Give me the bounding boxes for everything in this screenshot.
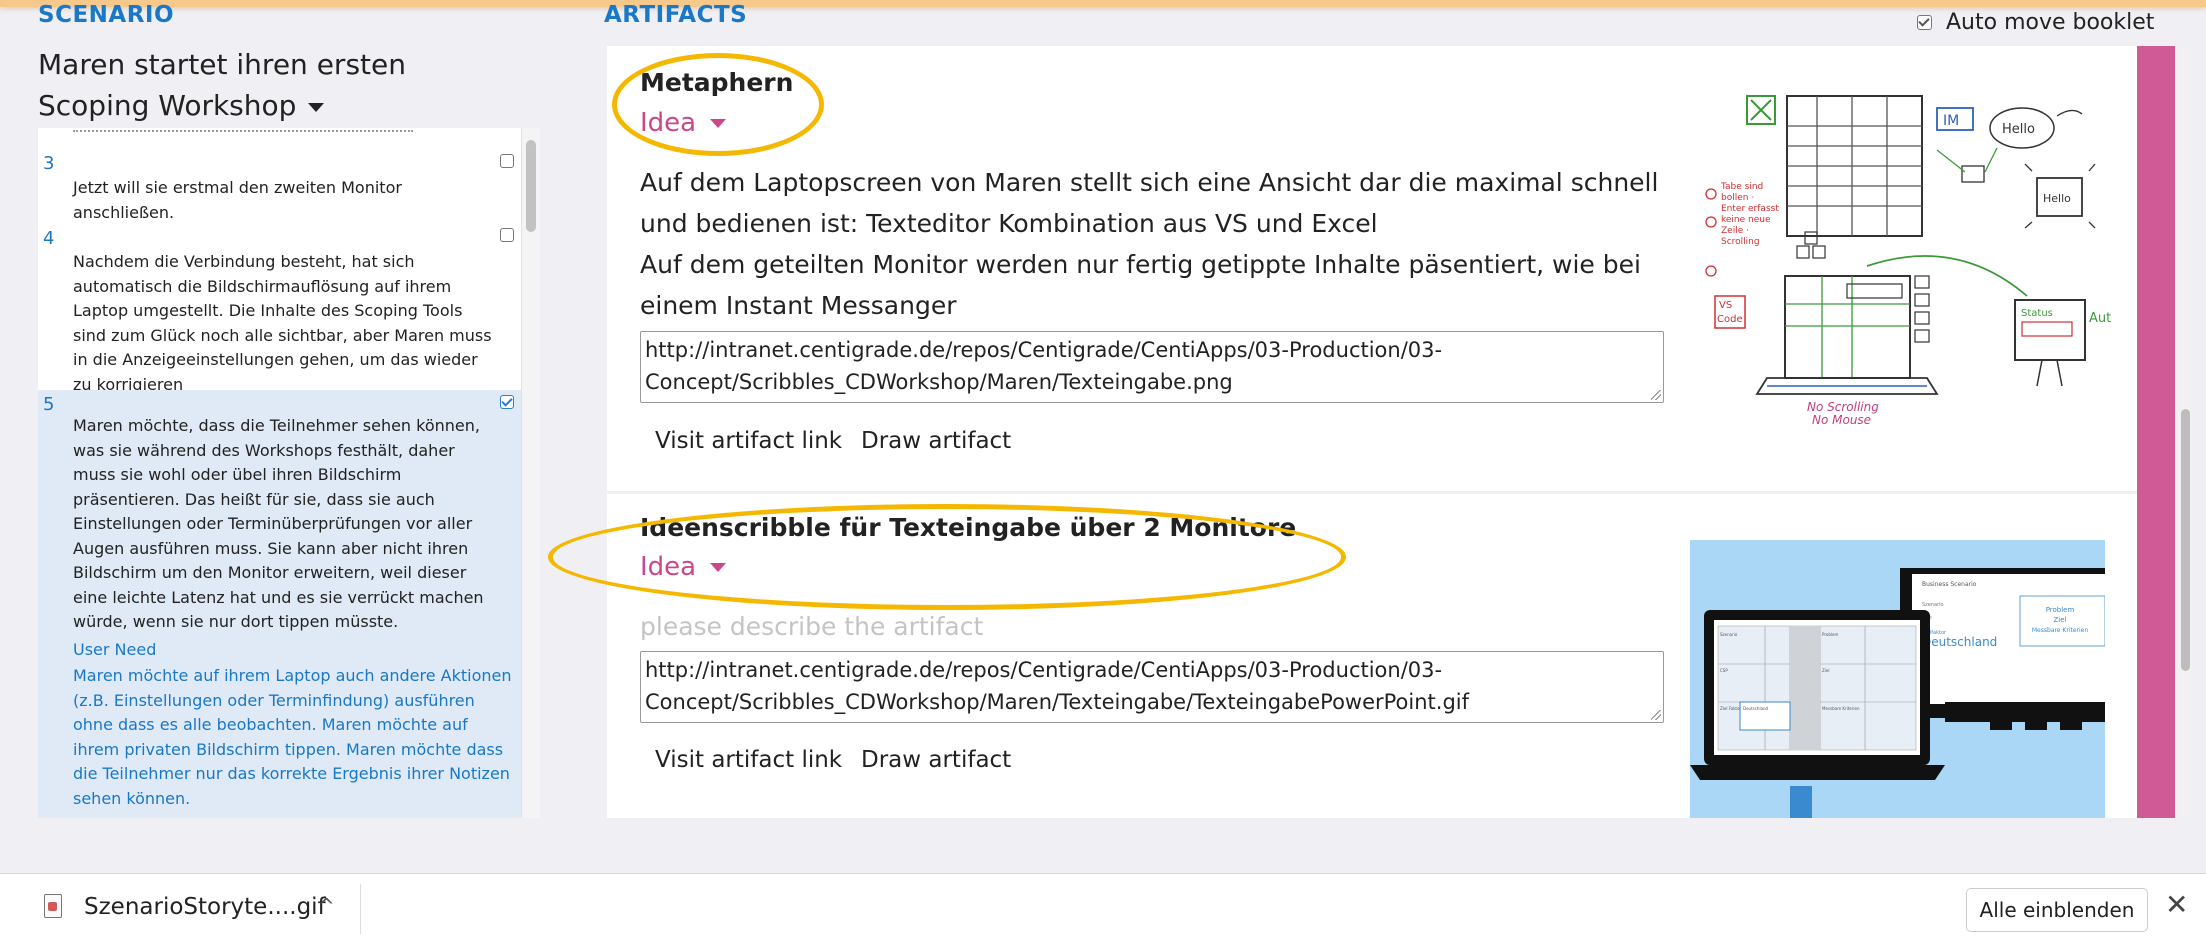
show-all-downloads-button[interactable]: Alle einblenden bbox=[1966, 888, 2148, 932]
divider bbox=[360, 884, 361, 934]
visit-artifact-link-button[interactable]: Visit artifact link bbox=[655, 428, 842, 454]
step-text: Nachdem die Verbindung besteht, hat sich… bbox=[73, 252, 492, 394]
scenario-selector[interactable]: Maren startet ihren ersten Scoping Works… bbox=[38, 44, 498, 126]
step-text: Jetzt will sie erstmal den zweiten Monit… bbox=[73, 178, 402, 222]
laptop-cell-5: Ziel Faktor bbox=[1720, 706, 1741, 711]
laptop-cell-3: CSP bbox=[1720, 668, 1728, 673]
artifact-sketch-thumbnail[interactable]: IM Hello Hello Tabe sind bollen · Enter … bbox=[1697, 86, 2117, 426]
download-bar: SzenarioStoryte....gif ^ Alle einblenden… bbox=[0, 873, 2206, 942]
scenario-scrollbar[interactable] bbox=[521, 128, 540, 818]
artifacts-heading: ARTIFACTS bbox=[604, 2, 748, 28]
chevron-down-icon bbox=[308, 102, 325, 112]
annotation-highlight-ellipse bbox=[612, 53, 824, 156]
artifact-url-text: http://intranet.centigrade.de/repos/Cent… bbox=[645, 658, 1470, 714]
artifact-url-field[interactable]: http://intranet.centigrade.de/repos/Cent… bbox=[640, 651, 1664, 723]
step-number: 4 bbox=[43, 228, 55, 249]
resize-grip-icon[interactable] bbox=[1651, 710, 1661, 720]
sketch-no-scroll-text: No Scrolling bbox=[1807, 400, 1879, 414]
sketch-status-text: Status bbox=[2021, 308, 2053, 319]
sketch-hello2-text: Hello bbox=[2043, 192, 2071, 205]
box-line-3: Messbare Kriterien bbox=[2032, 627, 2088, 634]
sketch-aut-text: Aut bbox=[2089, 311, 2111, 326]
monitor-header-text: Business Scenario bbox=[1922, 581, 1977, 588]
laptop-cell-2: Problem bbox=[1822, 632, 1838, 637]
laptop-cell-7: Messbare Kriterien bbox=[1822, 706, 1860, 711]
artifact-url-text: http://intranet.centigrade.de/repos/Cent… bbox=[645, 338, 1443, 394]
box-line-1: Problem bbox=[2046, 606, 2075, 614]
draw-artifact-button[interactable]: Draw artifact bbox=[861, 428, 1011, 454]
step-checkbox-checked[interactable] bbox=[500, 395, 514, 409]
monitor-value-text: Deutschland bbox=[1922, 635, 1997, 649]
visit-artifact-link-button[interactable]: Visit artifact link bbox=[655, 747, 842, 773]
browser-top-stripe bbox=[0, 0, 2206, 7]
user-need-label: User Need bbox=[73, 640, 157, 659]
scenario-step-list[interactable]: 3 Jetzt will sie erstmal den zweiten Mon… bbox=[38, 128, 521, 818]
artifacts-scrollbar[interactable] bbox=[2178, 46, 2192, 818]
laptop-cell-4: Ziel bbox=[1822, 668, 1829, 673]
artifact-url-field[interactable]: http://intranet.centigrade.de/repos/Cent… bbox=[640, 331, 1664, 403]
draw-artifact-button[interactable]: Draw artifact bbox=[861, 747, 1011, 773]
sketch-code-text: Code bbox=[1717, 314, 1743, 325]
monitor-label-1: Szenario bbox=[1922, 602, 1944, 608]
cut-off-text bbox=[73, 128, 413, 132]
artifact-mockup-thumbnail[interactable]: Business Scenario Szenario CSP Zielfakto… bbox=[1690, 540, 2105, 818]
gif-file-icon bbox=[44, 894, 62, 918]
booklet-edge-bar bbox=[2137, 46, 2175, 818]
step-checkbox[interactable] bbox=[500, 154, 514, 168]
annotation-highlight-ellipse bbox=[548, 504, 1346, 610]
step-checkbox[interactable] bbox=[500, 228, 514, 242]
sketch-vs-text: VS bbox=[1719, 300, 1732, 311]
laptop-cell-6: Deutschland bbox=[1743, 706, 1769, 711]
auto-move-checkbox[interactable] bbox=[1917, 15, 1932, 30]
scrollbar-thumb[interactable] bbox=[2181, 409, 2190, 671]
step-number: 5 bbox=[43, 394, 55, 415]
step-4[interactable]: 4 Nachdem die Verbindung besteht, hat si… bbox=[38, 224, 521, 394]
sketch-im-text: IM bbox=[1943, 113, 1959, 129]
resize-grip-icon[interactable] bbox=[1651, 390, 1661, 400]
sketch-hello-text: Hello bbox=[2002, 122, 2035, 137]
artifact-description[interactable]: Auf dem Laptopscreen von Maren stellt si… bbox=[640, 162, 1660, 326]
sketch-no-mouse-text: No Mouse bbox=[1812, 413, 1871, 426]
step-number: 3 bbox=[43, 153, 55, 174]
artifact-card: Metaphern Idea Auf dem Laptopscreen von … bbox=[607, 46, 2137, 491]
download-file-name[interactable]: SzenarioStoryte....gif bbox=[84, 894, 326, 920]
close-icon[interactable]: ✕ bbox=[2165, 888, 2188, 921]
scenario-heading: SCENARIO bbox=[38, 2, 175, 28]
laptop-cell-1: Szenario bbox=[1720, 632, 1738, 637]
step-text: Maren möchte, dass die Teilnehmer sehen … bbox=[73, 416, 484, 631]
step-5[interactable]: 5 Maren möchte, dass die Teilnehmer sehe… bbox=[38, 390, 521, 818]
scenario-title: Maren startet ihren ersten Scoping Works… bbox=[38, 48, 406, 122]
auto-move-toggle[interactable]: Auto move booklet bbox=[1917, 10, 2154, 35]
step-3[interactable]: 3 Jetzt will sie erstmal den zweiten Mon… bbox=[38, 150, 521, 222]
user-need-text: Maren möchte auf ihrem Laptop auch ander… bbox=[73, 666, 512, 808]
artifact-description-placeholder[interactable]: please describe the artifact bbox=[640, 606, 1660, 647]
sketch-notes-text: Tabe sind bollen · Enter erfasst keine n… bbox=[1721, 182, 1779, 247]
chevron-up-icon[interactable]: ^ bbox=[318, 894, 335, 918]
box-line-2: Ziel bbox=[2054, 616, 2067, 624]
auto-move-label: Auto move booklet bbox=[1946, 10, 2155, 35]
scrollbar-thumb[interactable] bbox=[526, 140, 536, 232]
